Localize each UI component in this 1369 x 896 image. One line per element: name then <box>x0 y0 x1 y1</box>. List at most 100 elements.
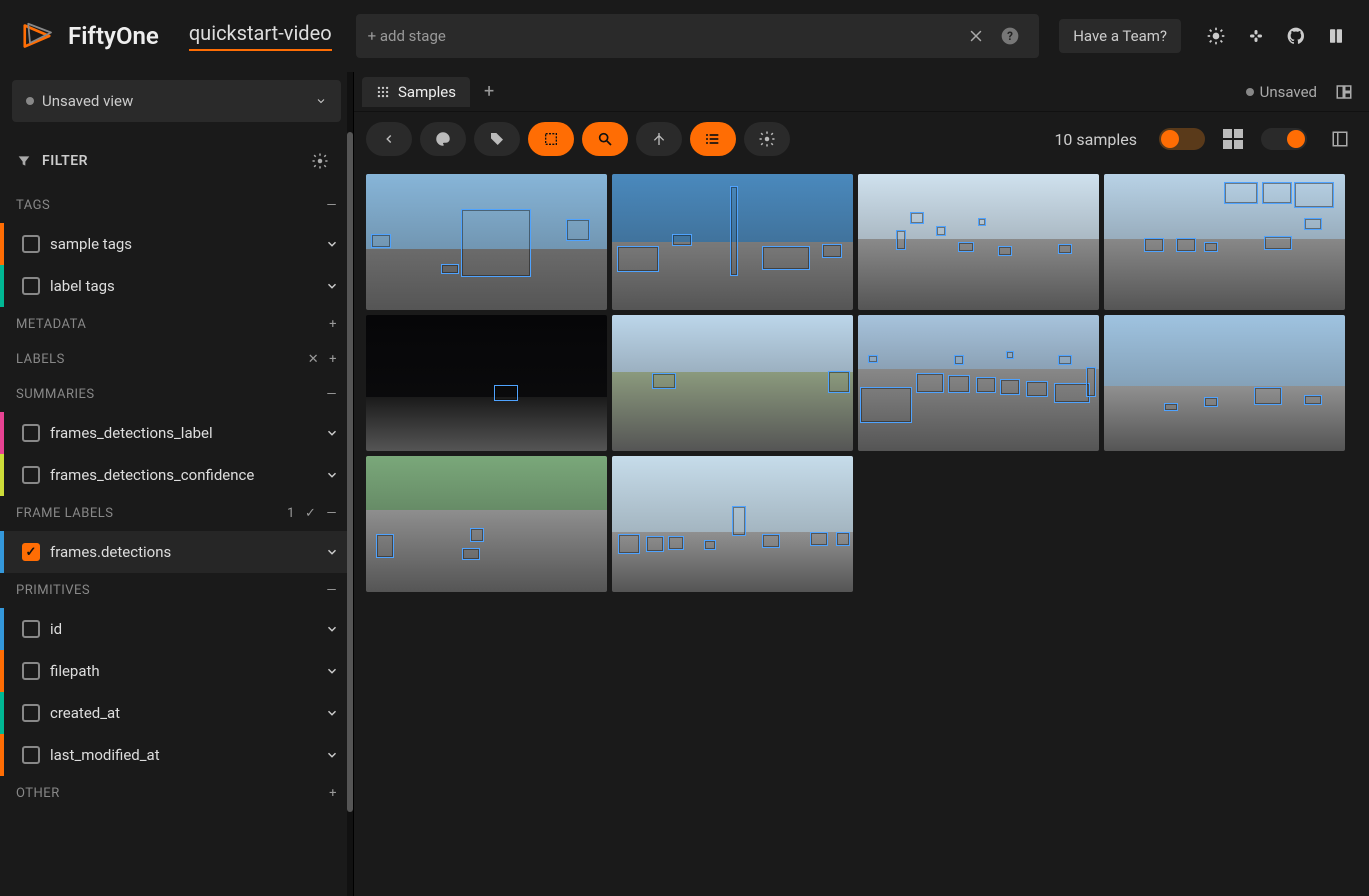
chevron-down-icon[interactable] <box>325 279 339 293</box>
brand-name: FiftyOne <box>68 22 159 50</box>
color-indicator <box>0 734 4 776</box>
settings-button[interactable] <box>744 122 790 156</box>
section-labels[interactable]: LABELS ✕ + <box>0 342 353 377</box>
grid-view-icon[interactable] <box>1223 129 1243 149</box>
expand-icon[interactable] <box>1323 122 1357 156</box>
sample-thumbnail[interactable] <box>366 174 607 310</box>
detection-bbox <box>652 373 676 389</box>
scrollbar-thumb[interactable] <box>347 132 353 812</box>
sample-thumbnail[interactable] <box>1104 174 1345 310</box>
fiftyone-logo-icon <box>16 15 58 57</box>
checkbox[interactable] <box>22 424 40 442</box>
clear-icon[interactable]: ✕ <box>308 352 319 367</box>
slack-icon[interactable] <box>1239 19 1273 53</box>
tag-button[interactable] <box>474 122 520 156</box>
chevron-down-icon[interactable] <box>325 237 339 251</box>
clear-view-icon[interactable] <box>959 19 993 53</box>
checkbox[interactable] <box>22 235 40 253</box>
collapse-icon[interactable]: — <box>326 583 337 598</box>
search-button[interactable] <box>582 122 628 156</box>
checkbox[interactable] <box>22 662 40 680</box>
toggle-grid[interactable] <box>1261 128 1307 150</box>
checkbox[interactable] <box>22 620 40 638</box>
checkbox[interactable] <box>22 277 40 295</box>
scrollbar-track[interactable] <box>347 72 353 896</box>
detection-bbox <box>1054 383 1090 403</box>
samples-grid[interactable] <box>354 166 1369 896</box>
github-icon[interactable] <box>1279 19 1313 53</box>
sample-thumbnail[interactable] <box>612 174 853 310</box>
collapse-icon[interactable]: — <box>326 198 337 213</box>
section-summaries[interactable]: SUMMARIES — <box>0 377 353 412</box>
sample-thumbnail[interactable] <box>858 174 1099 310</box>
chevron-down-icon[interactable] <box>325 468 339 482</box>
collapse-icon[interactable]: — <box>326 387 337 402</box>
chevron-down-icon[interactable] <box>325 545 339 559</box>
sample-thumbnail[interactable] <box>366 456 607 592</box>
add-stage-button[interactable]: + add stage <box>368 27 446 45</box>
detection-bbox <box>1086 367 1096 397</box>
checkbox[interactable] <box>22 466 40 484</box>
view-selector[interactable]: Unsaved view <box>12 80 341 122</box>
checkbox[interactable] <box>22 704 40 722</box>
view-selector-label: Unsaved view <box>42 92 133 110</box>
chevron-down-icon[interactable] <box>325 426 339 440</box>
section-other[interactable]: OTHER + <box>0 776 353 811</box>
add-tab-button[interactable]: + <box>484 81 494 102</box>
filter-row-sample-tags[interactable]: sample tags <box>0 223 353 265</box>
collapse-icon[interactable]: — <box>326 506 337 521</box>
expand-icon[interactable]: + <box>329 352 337 367</box>
layout-icon[interactable] <box>1327 75 1361 109</box>
color-indicator <box>0 223 4 265</box>
filter-row-frames-detections-label[interactable]: frames_detections_label <box>0 412 353 454</box>
section-metadata[interactable]: METADATA + <box>0 307 353 342</box>
filter-row-last-modified-at[interactable]: last_modified_at <box>0 734 353 776</box>
view-stage-bar[interactable]: + add stage ? <box>356 14 1040 58</box>
filter-row-filepath[interactable]: filepath <box>0 650 353 692</box>
sample-thumbnail[interactable] <box>1104 315 1345 451</box>
section-tags[interactable]: TAGS — <box>0 188 353 223</box>
toggle-labels[interactable] <box>1159 128 1205 150</box>
chevron-down-icon[interactable] <box>325 664 339 678</box>
chevron-down-icon[interactable] <box>325 706 339 720</box>
checkbox-checked[interactable] <box>22 543 40 561</box>
expand-icon[interactable]: + <box>329 786 337 801</box>
sidebar-settings-icon[interactable] <box>303 144 337 178</box>
chevron-down-icon[interactable] <box>325 748 339 762</box>
detection-bbox <box>1026 381 1048 397</box>
tab-bar: Samples + Unsaved <box>354 72 1369 112</box>
select-button[interactable] <box>528 122 574 156</box>
section-primitives[interactable]: PRIMITIVES — <box>0 573 353 608</box>
row-label: frames.detections <box>50 543 315 561</box>
unsaved-indicator[interactable]: Unsaved <box>1246 83 1317 101</box>
list-button[interactable] <box>690 122 736 156</box>
section-frame-labels[interactable]: FRAME LABELS 1 ✓ — <box>0 496 353 531</box>
sample-thumbnail[interactable] <box>612 315 853 451</box>
color-palette-button[interactable] <box>420 122 466 156</box>
docs-icon[interactable] <box>1319 19 1353 53</box>
filter-row-id[interactable]: id <box>0 608 353 650</box>
filter-row-frames-detections[interactable]: frames.detections <box>0 531 353 573</box>
back-button[interactable] <box>366 122 412 156</box>
logo[interactable]: FiftyOne <box>16 15 159 57</box>
expand-icon[interactable]: + <box>329 317 337 332</box>
filter-row-frames-detections-confidence[interactable]: frames_detections_confidence <box>0 454 353 496</box>
detection-bbox <box>916 373 944 393</box>
help-icon[interactable]: ? <box>993 19 1027 53</box>
filter-row-created-at[interactable]: created_at <box>0 692 353 734</box>
patches-button[interactable] <box>636 122 682 156</box>
sample-thumbnail[interactable] <box>612 456 853 592</box>
sample-thumbnail[interactable] <box>366 315 607 451</box>
checkbox[interactable] <box>22 746 40 764</box>
theme-toggle-icon[interactable] <box>1199 19 1233 53</box>
have-a-team-button[interactable]: Have a Team? <box>1059 19 1181 53</box>
detection-bbox <box>732 506 746 536</box>
sample-thumbnail[interactable] <box>858 315 1099 451</box>
filter-row-label-tags[interactable]: label tags <box>0 265 353 307</box>
row-label: id <box>50 620 315 638</box>
color-indicator <box>0 692 4 734</box>
chevron-down-icon[interactable] <box>325 622 339 636</box>
dataset-selector[interactable]: quickstart-video <box>189 21 332 51</box>
tab-samples[interactable]: Samples <box>362 77 470 107</box>
detection-bbox <box>1164 403 1178 411</box>
